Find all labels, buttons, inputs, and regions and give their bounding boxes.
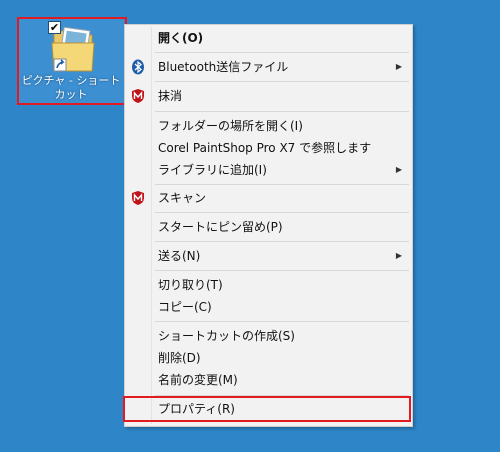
menu-separator	[155, 241, 409, 242]
menu-item-properties[interactable]: プロパティ(R)	[127, 398, 410, 420]
menu-item-label: コピー(C)	[158, 300, 212, 314]
menu-item-label: スタートにピン留め(P)	[158, 220, 283, 234]
menu-separator	[155, 111, 409, 112]
menu-separator	[155, 270, 409, 271]
menu-item-bluetooth-send[interactable]: Bluetooth送信ファイル ▶	[127, 56, 410, 78]
submenu-arrow-icon: ▶	[395, 251, 402, 260]
shortcut-label: ピクチャ - ショートカット	[21, 74, 121, 101]
desktop-shortcut-pictures[interactable]: ✔ ピクチャ - ショートカット	[18, 18, 124, 104]
menu-separator	[155, 212, 409, 213]
menu-item-label: 開く(O)	[158, 31, 204, 45]
menu-item-label: 削除(D)	[158, 351, 201, 365]
submenu-arrow-icon: ▶	[395, 62, 402, 71]
menu-item-rename[interactable]: 名前の変更(M)	[127, 369, 410, 391]
menu-item-open[interactable]: 開く(O)	[127, 27, 410, 49]
bluetooth-icon	[132, 59, 144, 75]
context-menu: 開く(O) Bluetooth送信ファイル ▶ 抹消 フォルダーの場所を開く(I…	[124, 24, 413, 427]
menu-item-label: Bluetooth送信ファイル	[158, 60, 289, 74]
menu-separator	[155, 81, 409, 82]
menu-item-delete[interactable]: 削除(D)	[127, 347, 410, 369]
menu-item-label: 切り取り(T)	[158, 278, 223, 292]
submenu-arrow-icon: ▶	[395, 165, 402, 174]
menu-item-label: 抹消	[158, 89, 183, 103]
menu-separator	[155, 321, 409, 322]
menu-item-label: フォルダーの場所を開く(I)	[158, 119, 303, 133]
menu-item-cut[interactable]: 切り取り(T)	[127, 274, 410, 296]
menu-item-label: 名前の変更(M)	[158, 373, 238, 387]
selection-checkbox[interactable]: ✔	[48, 21, 61, 34]
menu-separator	[155, 52, 409, 53]
menu-item-shred[interactable]: 抹消	[127, 85, 410, 107]
menu-separator	[155, 184, 409, 185]
menu-item-label: スキャン	[158, 191, 207, 205]
mcafee-shield-icon	[132, 89, 144, 103]
menu-item-label: 送る(N)	[158, 249, 201, 263]
menu-item-copy[interactable]: コピー(C)	[127, 296, 410, 318]
menu-item-label: ライブラリに追加(I)	[158, 163, 267, 177]
mcafee-shield-icon	[132, 191, 144, 205]
menu-item-label: Corel PaintShop Pro X7 で参照します	[158, 141, 372, 155]
menu-item-label: プロパティ(R)	[158, 402, 235, 416]
menu-separator	[155, 395, 409, 396]
menu-item-scan[interactable]: スキャン	[127, 187, 410, 209]
menu-item-create-shortcut[interactable]: ショートカットの作成(S)	[127, 325, 410, 347]
menu-item-pin-to-start[interactable]: スタートにピン留め(P)	[127, 216, 410, 238]
menu-item-open-folder-location[interactable]: フォルダーの場所を開く(I)	[127, 115, 410, 137]
menu-item-corel-paintshop[interactable]: Corel PaintShop Pro X7 で参照します	[127, 137, 410, 159]
menu-item-add-to-library[interactable]: ライブラリに追加(I) ▶	[127, 159, 410, 181]
menu-item-send-to[interactable]: 送る(N) ▶	[127, 245, 410, 267]
menu-item-label: ショートカットの作成(S)	[158, 329, 295, 343]
